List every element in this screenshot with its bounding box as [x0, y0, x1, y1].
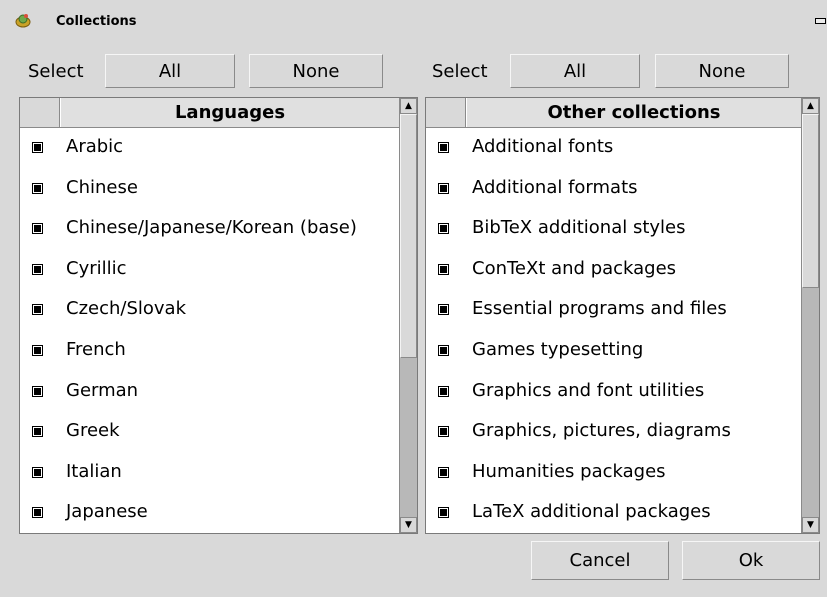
list-item[interactable]: ConTeXt and packages: [426, 250, 801, 291]
checked-checkbox-icon[interactable]: [32, 385, 43, 397]
checked-checkbox-icon[interactable]: [32, 304, 43, 316]
checked-checkbox-icon[interactable]: [32, 344, 43, 356]
list-item[interactable]: Essential programs and files: [426, 290, 801, 331]
list-item-label: Graphics and font utilities: [472, 379, 705, 401]
list-item-label: Greek: [66, 420, 120, 442]
other-collections-column-header[interactable]: Other collections: [467, 98, 801, 127]
other-collections-scroll-thumb[interactable]: [802, 114, 819, 288]
list-item[interactable]: LaTeX additional packages: [426, 493, 801, 533]
list-item[interactable]: Greek: [20, 412, 399, 453]
checked-checkbox-icon[interactable]: [438, 385, 449, 397]
checkbox-column-header[interactable]: [20, 98, 60, 127]
right-select-label: Select: [432, 61, 488, 82]
list-item[interactable]: Graphics and font utilities: [426, 372, 801, 413]
right-select-all-button[interactable]: All: [510, 54, 640, 88]
checked-checkbox-icon[interactable]: [32, 142, 43, 153]
collections-app-icon: [15, 14, 31, 28]
list-item[interactable]: Japanese: [20, 493, 399, 533]
checkbox-column-header[interactable]: [426, 98, 466, 127]
cancel-button[interactable]: Cancel: [531, 541, 669, 580]
list-item[interactable]: Games typesetting: [426, 331, 801, 372]
other-collections-rows: Additional fonts Additional formats BibTeX…: [426, 128, 801, 533]
checked-checkbox-icon[interactable]: [438, 344, 449, 356]
languages-column-header[interactable]: Languages: [61, 98, 399, 127]
list-item-label: BibTeX additional styles: [472, 217, 686, 239]
other-collections-scrollbar[interactable]: ▲ ▼: [801, 98, 819, 533]
list-item-label: Czech/Slovak: [66, 298, 187, 320]
checked-checkbox-icon[interactable]: [32, 466, 43, 478]
list-item[interactable]: Arabic: [20, 128, 399, 169]
list-item-label: Humanities packages: [472, 460, 666, 482]
list-item[interactable]: Humanities packages: [426, 453, 801, 494]
list-item-label: Additional fonts: [472, 136, 614, 157]
checked-checkbox-icon[interactable]: [32, 223, 43, 235]
list-item-label: Essential programs and files: [472, 298, 727, 320]
checked-checkbox-icon[interactable]: [438, 182, 449, 194]
ok-button[interactable]: Ok: [682, 541, 820, 580]
scroll-up-arrow-icon[interactable]: ▲: [802, 98, 819, 114]
other-collections-list[interactable]: Other collections Additional fonts Additi…: [425, 97, 820, 534]
left-select-label: Select: [28, 61, 84, 82]
checked-checkbox-icon[interactable]: [32, 263, 43, 275]
list-item[interactable]: Italian: [20, 453, 399, 494]
scroll-up-arrow-icon[interactable]: ▲: [400, 98, 417, 114]
window-title: Collections: [56, 14, 137, 29]
list-item-label: Cyrillic: [66, 257, 127, 279]
list-item-label: Japanese: [66, 501, 148, 523]
languages-list-header: Languages: [20, 98, 399, 128]
list-item[interactable]: BibTeX additional styles: [426, 209, 801, 250]
scroll-down-arrow-icon[interactable]: ▼: [802, 517, 819, 533]
list-item[interactable]: Chinese/Japanese/Korean (base): [20, 209, 399, 250]
list-item[interactable]: French: [20, 331, 399, 372]
languages-scroll-thumb[interactable]: [400, 114, 417, 358]
languages-list[interactable]: Languages Arabic Chinese Chinese/Japanese/…: [19, 97, 418, 534]
right-select-none-button[interactable]: None: [655, 54, 789, 88]
checked-checkbox-icon[interactable]: [438, 223, 449, 235]
list-item[interactable]: German: [20, 372, 399, 413]
checked-checkbox-icon[interactable]: [438, 507, 449, 519]
title-bar: Collections: [0, 0, 827, 40]
list-item[interactable]: Additional formats: [426, 169, 801, 210]
checked-checkbox-icon[interactable]: [438, 304, 449, 316]
list-item[interactable]: Chinese: [20, 169, 399, 210]
checked-checkbox-icon[interactable]: [32, 507, 43, 519]
left-select-none-button[interactable]: None: [249, 54, 383, 88]
list-item[interactable]: Cyrillic: [20, 250, 399, 291]
left-select-all-button[interactable]: All: [105, 54, 235, 88]
list-item-label: LaTeX additional packages: [472, 501, 711, 523]
list-item-label: Games typesetting: [472, 338, 644, 360]
list-item[interactable]: Czech/Slovak: [20, 290, 399, 331]
checked-checkbox-icon[interactable]: [438, 466, 449, 478]
list-item-label: Chinese: [66, 176, 138, 198]
checked-checkbox-icon[interactable]: [32, 426, 43, 438]
list-item[interactable]: Additional fonts: [426, 128, 801, 169]
list-item[interactable]: Graphics, pictures, diagrams: [426, 412, 801, 453]
languages-scrollbar[interactable]: ▲ ▼: [399, 98, 417, 533]
list-item-label: Arabic: [66, 136, 124, 157]
checked-checkbox-icon[interactable]: [438, 426, 449, 438]
checked-checkbox-icon[interactable]: [438, 142, 449, 153]
list-item-label: Additional formats: [472, 176, 638, 198]
languages-rows: Arabic Chinese Chinese/Japanese/Korean (ba…: [20, 128, 399, 533]
list-item-label: Italian: [66, 460, 122, 482]
scroll-down-arrow-icon[interactable]: ▼: [400, 517, 417, 533]
list-item-label: German: [66, 379, 139, 401]
list-item-label: Chinese/Japanese/Korean (base): [66, 217, 357, 239]
checked-checkbox-icon[interactable]: [32, 182, 43, 194]
list-item-label: French: [66, 338, 126, 360]
window-maximize-icon[interactable]: [815, 18, 826, 24]
list-item-label: Graphics, pictures, diagrams: [472, 420, 731, 442]
list-item-label: ConTeXt and packages: [472, 257, 677, 279]
other-collections-list-header: Other collections: [426, 98, 801, 128]
checked-checkbox-icon[interactable]: [438, 263, 449, 275]
